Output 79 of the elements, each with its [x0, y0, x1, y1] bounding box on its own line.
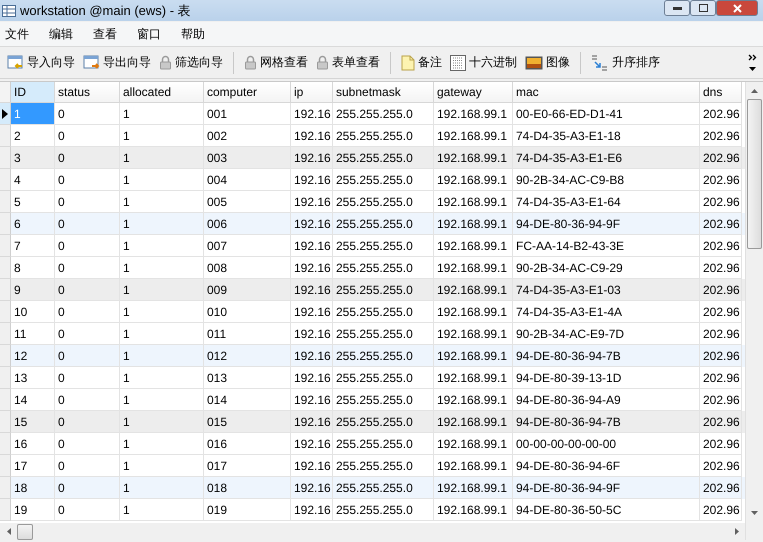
close-icon [732, 4, 742, 12]
table-row[interactable]: 19 0 1 019 192.16 255.255.255.0 192.168.99.1 94-DE-80-36-50-5C 202.96 [0, 499, 745, 521]
table-row[interactable]: 16 0 1 016 192.16 255.255.255.0 192.168.99.1 00-00-00-00-00-00 202.96 [0, 433, 745, 455]
table-cell: 192.16 [291, 499, 333, 521]
menu-item[interactable]: 编辑 [44, 26, 88, 42]
table-row[interactable]: 18 0 1 018 192.16 255.255.255.0 192.168.99.1 94-DE-80-36-94-9F 202.96 [0, 477, 745, 499]
minimize-button[interactable] [664, 0, 690, 16]
table-row[interactable]: 17 0 1 017 192.16 255.255.255.0 192.168.99.1 94-DE-80-36-94-6F 202.96 [0, 455, 745, 477]
table-cell: 202.96 [700, 499, 742, 521]
close-button[interactable] [716, 0, 758, 16]
table-row[interactable]: 4 0 1 004 192.16 255.255.255.0 192.168.99.1 90-2B-34-AC-C9-B8 202.96 [0, 169, 745, 191]
toolbar-button[interactable]: 导出向导 [80, 52, 154, 73]
column-header[interactable]: subnetmask [333, 82, 434, 103]
menu-item[interactable]: 窗口 [132, 26, 176, 42]
table-row[interactable]: 9 0 1 009 192.16 255.255.255.0 192.168.99.1 74-D4-35-A3-E1-03 202.96 [0, 279, 745, 301]
image-icon [525, 56, 543, 70]
toolbar-button[interactable]: 导入向导 [4, 52, 78, 73]
table-cell: 94-DE-80-36-50-5C [513, 499, 700, 521]
lock-icon [159, 55, 172, 70]
toolbar-button[interactable]: 网格查看 [241, 52, 311, 73]
toolbar-button[interactable]: 升序排序 [588, 52, 663, 73]
grid-icon [450, 54, 466, 70]
maximize-button[interactable] [690, 0, 716, 16]
row-selector[interactable] [0, 103, 11, 125]
table-row[interactable]: 13 0 1 013 192.16 255.255.255.0 192.168.99.1 94-DE-80-39-13-1D 202.96 [0, 367, 745, 389]
lock-icon [316, 55, 329, 70]
scroll-down-icon[interactable] [751, 510, 758, 514]
column-header[interactable]: gateway [434, 82, 513, 103]
menu-item[interactable]: 文件 [0, 26, 44, 42]
scroll-right-icon[interactable] [734, 528, 738, 535]
toolbar-button[interactable]: 筛选向导 [156, 52, 226, 73]
table-cell: 192.168.99.1 [434, 499, 513, 521]
table-cell: 19 [11, 499, 55, 521]
table-icon [2, 4, 16, 16]
maximize-icon [698, 4, 708, 12]
scrollbar-thumb[interactable] [747, 99, 762, 249]
note-icon [401, 54, 415, 70]
minimize-icon [672, 6, 682, 10]
scroll-left-icon[interactable] [6, 528, 10, 535]
dropdown-arrow-icon[interactable] [749, 67, 756, 71]
double-chevron-icon[interactable] [748, 54, 757, 61]
table-cell: 1 [11, 103, 55, 125]
table-import-icon [7, 54, 24, 70]
table-cell: 255.255.255.0 [333, 499, 434, 521]
table-row[interactable]: 7 0 1 007 192.16 255.255.255.0 192.168.99.1 FC-AA-14-B2-43-3E 202.96 [0, 235, 745, 257]
table-row[interactable]: 3 0 1 003 192.16 255.255.255.0 192.168.99.1 74-D4-35-A3-E1-E6 202.96 [0, 147, 745, 169]
table-row[interactable]: 11 0 1 011 192.16 255.255.255.0 192.168.99.1 90-2B-34-AC-E9-7D 202.96 [0, 323, 745, 345]
column-header[interactable]: allocated [120, 82, 204, 103]
table-cell: 019 [204, 499, 291, 521]
table-row[interactable]: 6 0 1 006 192.16 255.255.255.0 192.168.99.1 94-DE-80-36-94-9F 202.96 [0, 213, 745, 235]
table-row[interactable]: 1 0 1 001 192.16 255.255.255.0 192.168.99.1 00-E0-66-ED-D1-41 202.96 [0, 103, 745, 125]
toolbar-button[interactable]: 十六进制 [447, 52, 520, 73]
scroll-up-icon[interactable] [751, 88, 758, 92]
menu-item[interactable]: 帮助 [176, 26, 220, 42]
table-row[interactable]: 12 0 1 012 192.16 255.255.255.0 192.168.99.1 94-DE-80-36-94-7B 202.96 [0, 345, 745, 367]
table-row[interactable]: 2 0 1 002 192.16 255.255.255.0 192.168.99.1 74-D4-35-A3-E1-18 202.96 [0, 125, 745, 147]
column-header[interactable]: mac [513, 82, 700, 103]
table-row[interactable]: 8 0 1 008 192.16 255.255.255.0 192.168.99.1 90-2B-34-AC-C9-29 202.96 [0, 257, 745, 279]
lock-icon [244, 55, 257, 70]
current-row-icon [2, 108, 8, 118]
column-header[interactable]: ID [11, 82, 55, 103]
column-header[interactable]: ip [291, 82, 333, 103]
column-header[interactable]: status [55, 82, 120, 103]
table-export-icon [83, 54, 100, 70]
table-row[interactable]: 14 0 1 014 192.16 255.255.255.0 192.168.99.1 94-DE-80-36-94-A9 202.96 [0, 389, 745, 411]
menu-item[interactable]: 查看 [88, 26, 132, 42]
table-cell: 0 [55, 499, 120, 521]
toolbar-button[interactable]: 表单查看 [313, 52, 383, 73]
column-header[interactable]: dns [700, 82, 742, 103]
toolbar-button[interactable]: 图像 [522, 52, 573, 73]
sort-ascending-icon [591, 54, 609, 70]
toolbar-button[interactable]: 备注 [398, 52, 445, 73]
table-cell: 1 [120, 499, 204, 521]
column-header[interactable]: computer [204, 82, 291, 103]
table-row[interactable]: 5 0 1 005 192.16 255.255.255.0 192.168.99.1 74-D4-35-A3-E1-64 202.96 [0, 191, 745, 213]
window-title: workstation @main (ews) - 表 [20, 2, 191, 20]
scrollbar-thumb[interactable] [17, 524, 33, 540]
table-row[interactable]: 10 0 1 010 192.16 255.255.255.0 192.168.99.1 74-D4-35-A3-E1-4A 202.96 [0, 301, 745, 323]
table-row[interactable]: 15 0 1 015 192.16 255.255.255.0 192.168.99.1 94-DE-80-36-94-7B 202.96 [0, 411, 745, 433]
